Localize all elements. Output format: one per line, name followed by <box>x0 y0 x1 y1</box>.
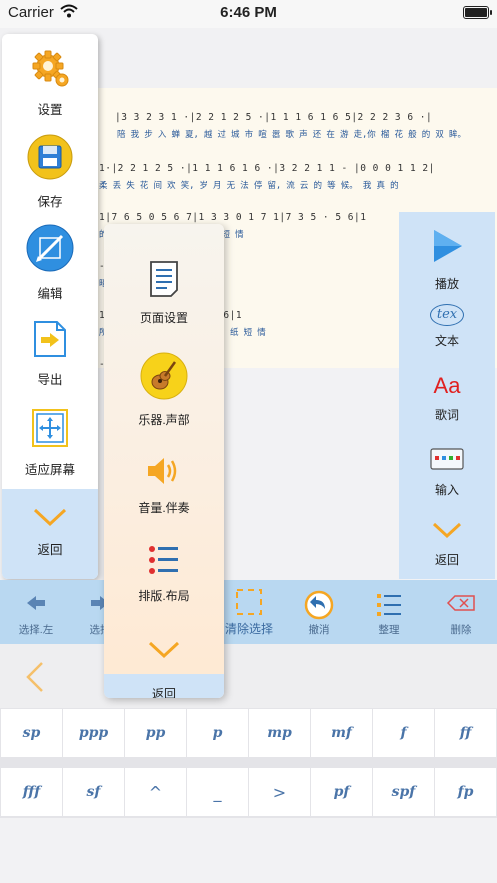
battery-icon <box>463 6 492 19</box>
organize-label: 整理 <box>378 624 400 636</box>
dynamic-ff[interactable]: ff <box>435 709 496 757</box>
chevron-down-icon <box>2 506 98 533</box>
edit-toolbar: 选择.左 选择 清除选择 撤消 整理 删除 <box>0 580 497 644</box>
score-lyrics-line: 柔 丢 失 花 间 欢 笑, 岁 月 无 法 停 留, 流 云 的 等 候。 我… <box>99 181 399 191</box>
right-menu-back-button[interactable]: 返回 <box>399 520 495 568</box>
edit-icon <box>2 224 98 277</box>
right-menu: 播放 tex 文本 Aa 歌词 输入 返回 <box>399 212 495 579</box>
lyrics-icon: Aa <box>433 373 461 398</box>
delete-button[interactable]: 删除 <box>438 580 484 644</box>
menu-text[interactable]: tex 文本 <box>399 304 495 349</box>
score-notes-line: |3 3 2 3 1 ·|2 2 1 2 5 ·|1 1 1 6 1 6 5|2… <box>115 112 433 123</box>
menu-layout-label: 排版.布局 <box>138 589 190 603</box>
status-time: 6:46 PM <box>220 4 277 21</box>
menu-save-label: 保存 <box>37 195 63 209</box>
menu-play-label: 播放 <box>434 277 459 291</box>
dynamic-pp[interactable]: pp <box>125 709 186 757</box>
delete-label: 删除 <box>450 624 472 636</box>
chevron-down-icon <box>104 640 224 665</box>
dynamic-pf[interactable]: pf <box>311 768 372 816</box>
dynamics-nav-area <box>0 644 497 708</box>
menu-edit-label: 编辑 <box>37 287 63 301</box>
list-icon <box>377 594 401 616</box>
gear-icon <box>2 48 98 93</box>
guitar-icon <box>104 352 224 405</box>
menu-input[interactable]: 输入 <box>399 448 495 498</box>
chevron-left-icon[interactable] <box>24 660 46 699</box>
menu-instrument-label: 乐器.声部 <box>138 413 190 427</box>
dynamic-fff[interactable]: fff <box>1 768 62 816</box>
dynamic-fp[interactable]: fp <box>435 768 496 816</box>
undo-button[interactable]: 撤消 <box>296 580 342 644</box>
accent-mark[interactable]: > <box>249 768 310 816</box>
save-icon <box>2 134 98 185</box>
dynamic-sp[interactable]: sp <box>1 709 62 757</box>
text-icon: tex <box>430 304 464 326</box>
menu-settings-label: 设置 <box>37 103 63 117</box>
page-setup-icon <box>104 260 224 303</box>
arrow-left-icon <box>27 596 45 610</box>
organize-button[interactable]: 整理 <box>366 580 412 644</box>
menu-export[interactable]: 导出 <box>2 320 98 388</box>
menu-fit-screen-label: 适应屏幕 <box>24 463 75 477</box>
dynamic-ppp[interactable]: ppp <box>63 709 124 757</box>
left-menu-back-button[interactable]: 返回 <box>2 506 98 558</box>
menu-volume[interactable]: 音量.伴奏 <box>104 454 224 516</box>
menu-page-setup-label: 页面设置 <box>139 311 188 325</box>
fit-screen-icon <box>2 408 98 453</box>
dynamics-grid: sp ppp pp p mp mf f ff fff sf ^ _ > pf s… <box>0 708 497 818</box>
undo-label: 撤消 <box>308 624 330 636</box>
backspace-icon <box>446 595 475 611</box>
undo-icon <box>304 590 334 620</box>
menu-export-label: 导出 <box>37 373 63 387</box>
score-lyrics-line: 陪 我 步 入 蝉 夏, 越 过 城 市 喧 嚣 歌 声 还 在 游 走,你 榴… <box>117 130 466 140</box>
input-icon <box>399 448 495 475</box>
menu-save[interactable]: 保存 <box>2 134 98 210</box>
status-bar: Carrier 6:46 PM <box>0 0 497 28</box>
dashed-box-icon <box>236 589 262 615</box>
dynamic-p[interactable]: p <box>187 709 248 757</box>
popup-back-label: 返回 <box>151 687 176 698</box>
menu-layout[interactable]: 排版.布局 <box>104 544 224 604</box>
dynamic-mf[interactable]: mf <box>311 709 372 757</box>
menu-page-setup[interactable]: 页面设置 <box>104 260 224 326</box>
select-left-label: 选择.左 <box>18 624 54 636</box>
menu-lyrics[interactable]: Aa 歌词 <box>399 372 495 423</box>
export-icon <box>2 320 98 363</box>
score-notes-line: 1·|2 2 1 2 5 ·|1 1 1 6 1 6 ·|3 2 2 1 1 -… <box>99 163 435 174</box>
menu-edit[interactable]: 编辑 <box>2 224 98 302</box>
dynamic-mp[interactable]: mp <box>249 709 310 757</box>
clear-selection-button[interactable]: 清除选择 <box>224 580 274 644</box>
dynamic-spf[interactable]: spf <box>373 768 434 816</box>
layout-popup-menu: 页面设置 乐器.声部 音量.伴奏 排版.布局 返回 <box>104 224 224 698</box>
menu-lyrics-label: 歌词 <box>434 408 459 422</box>
popup-back-button[interactable]: 返回 <box>104 640 224 698</box>
chevron-down-icon <box>399 520 495 545</box>
menu-volume-label: 音量.伴奏 <box>138 501 190 515</box>
dynamic-sf[interactable]: sf <box>63 768 124 816</box>
select-left-button[interactable]: 选择.左 <box>12 580 60 644</box>
left-menu-back-label: 返回 <box>37 543 63 557</box>
menu-play[interactable]: 播放 <box>399 228 495 292</box>
marcato-accent[interactable]: ^ <box>125 768 186 816</box>
clear-selection-label: 清除选择 <box>224 622 273 636</box>
menu-input-label: 输入 <box>434 483 459 497</box>
dynamic-f[interactable]: f <box>373 709 434 757</box>
menu-instrument[interactable]: 乐器.声部 <box>104 352 224 428</box>
speaker-icon <box>104 454 224 493</box>
menu-text-label: 文本 <box>434 334 459 348</box>
list-layout-icon <box>104 544 224 581</box>
bottom-area <box>0 818 497 883</box>
left-menu: 设置 保存 编辑 导出 适应屏幕 返回 <box>2 34 98 579</box>
play-icon <box>399 228 495 269</box>
menu-fit-screen[interactable]: 适应屏幕 <box>2 408 98 478</box>
menu-settings[interactable]: 设置 <box>2 48 98 118</box>
tenuto-mark[interactable]: _ <box>187 768 248 816</box>
right-menu-back-label: 返回 <box>434 553 459 567</box>
